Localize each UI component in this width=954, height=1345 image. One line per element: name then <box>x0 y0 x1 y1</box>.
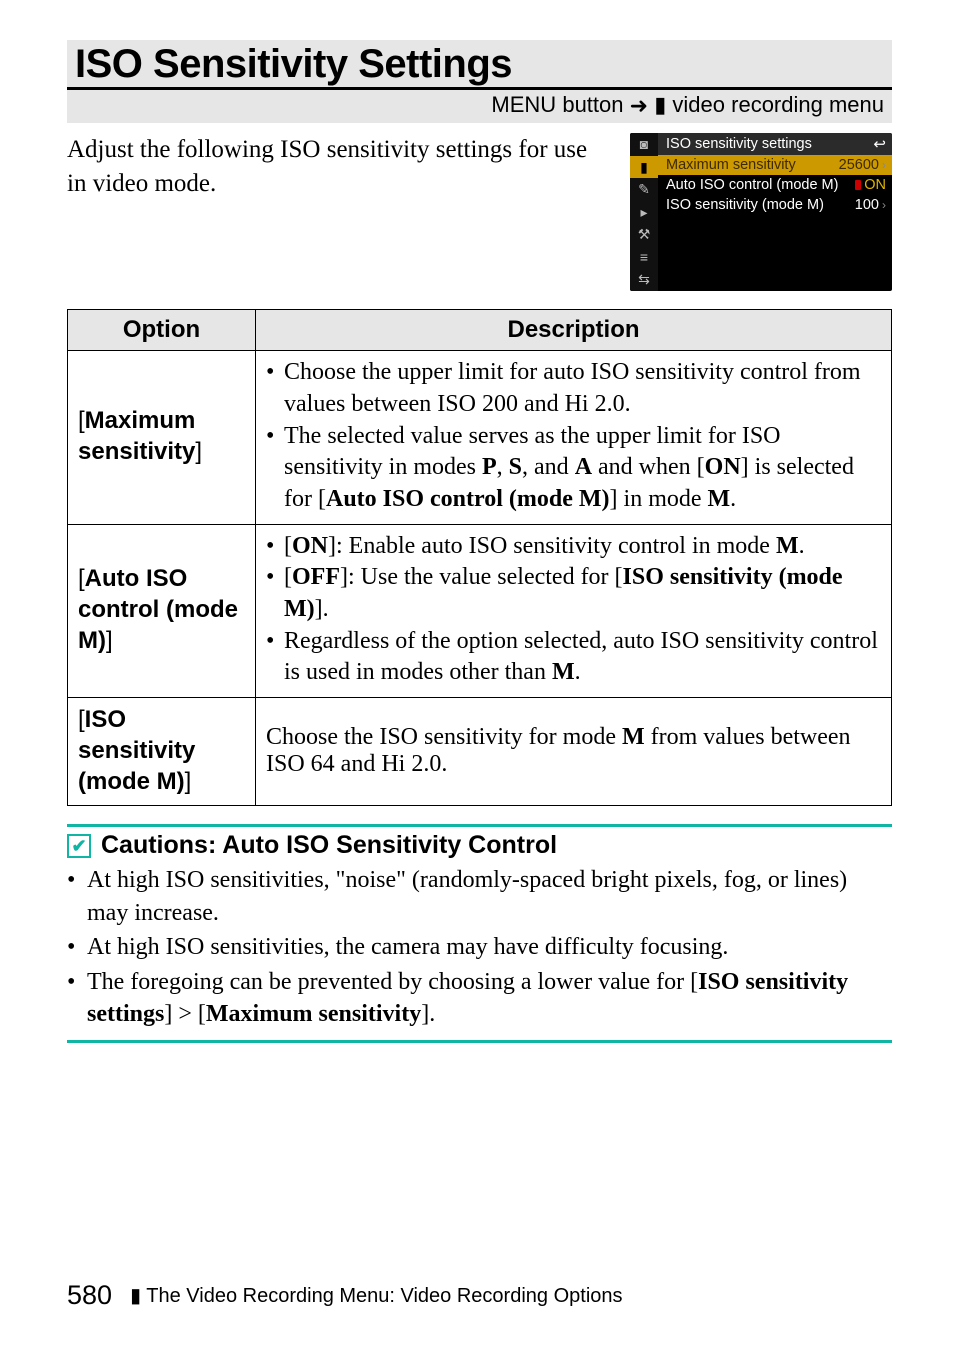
camera-menu-screenshot: ◙ ▮ ✎ ▸ ⚒ ≡ ⇆ ISO sensitivity settings ↩… <box>630 133 892 291</box>
camera-menu-row-label: Auto ISO control (mode M) <box>666 177 838 193</box>
chevron-right-icon: › <box>882 158 886 172</box>
arrow-icon: ➜ <box>630 93 648 118</box>
footer-section-title: The Video Recording Menu: Video Recordin… <box>146 1285 622 1307</box>
bracket: ] <box>185 768 192 795</box>
camera-menu-row-value: 25600› <box>839 157 886 173</box>
camera-menu-row: ISO sensitivity (mode M) 100 › <box>658 195 892 215</box>
side-icon: ⇆ <box>630 269 658 292</box>
side-icon: ✎ <box>630 178 658 201</box>
list-item: The foregoing can be prevented by choosi… <box>87 966 892 1031</box>
bracket: ] <box>106 627 113 654</box>
list-item: At high ISO sensitivities, "noise" (rand… <box>87 864 892 929</box>
bracket: [ <box>78 565 85 592</box>
table-row: [Auto ISO control (mode M)] [ON]: Enable… <box>68 524 892 697</box>
camera-menu-row: Maximum sensitivity 25600› <box>658 155 892 175</box>
camera-menu-title-row: ISO sensitivity settings ↩ <box>658 133 892 155</box>
camera-menu-row-label: Maximum sensitivity <box>666 157 796 173</box>
side-icon: ⚒ <box>630 224 658 247</box>
caution-bottom-rule <box>67 1040 892 1043</box>
camera-menu-title: ISO sensitivity settings <box>666 136 812 152</box>
table-header-description: Description <box>256 310 892 351</box>
side-icon: ▸ <box>630 201 658 224</box>
videocam-icon: ▮ <box>654 92 666 117</box>
option-description: [ON]: Enable auto ISO sensitivity contro… <box>256 524 892 697</box>
list-item: Choose the upper limit for auto ISO sens… <box>284 357 881 420</box>
caution-block: ✔ Cautions: Auto ISO Sensitivity Control… <box>67 824 892 1043</box>
title-block: ISO Sensitivity Settings MENU button ➜ ▮… <box>67 40 892 123</box>
camera-menu-row-label: ISO sensitivity (mode M) <box>666 197 824 213</box>
videocam-icon: ▮ <box>130 1285 141 1307</box>
options-table: Option Description [Maximum sensitivity]… <box>67 309 892 806</box>
intro-row: Adjust the following ISO sensitivity set… <box>67 133 892 291</box>
option-description: Choose the upper limit for auto ISO sens… <box>256 351 892 524</box>
list-item: At high ISO sensitivities, the camera ma… <box>87 931 892 963</box>
option-bold: ISO sensitivity (mode M) <box>78 706 195 795</box>
option-description: Choose the ISO sensitivity for mode M fr… <box>256 697 892 806</box>
table-row: [ISO sensitivity (mode M)] Choose the IS… <box>68 697 892 806</box>
chevron-right-icon: › <box>882 198 886 212</box>
camera-menu-sidebar: ◙ ▮ ✎ ▸ ⚒ ≡ ⇆ <box>630 133 658 291</box>
bracket: [ <box>78 407 85 434</box>
side-icon: ≡ <box>630 246 658 269</box>
list-item: [OFF]: Use the value selected for [ISO s… <box>284 562 881 625</box>
breadcrumb-dest: video recording menu <box>672 92 884 117</box>
list-item: The selected value serves as the upper l… <box>284 421 881 516</box>
camera-menu-row-value: ON <box>855 177 886 193</box>
return-icon: ↩ <box>873 135 886 153</box>
page-title: ISO Sensitivity Settings <box>67 40 892 90</box>
caution-heading: ✔ Cautions: Auto ISO Sensitivity Control <box>67 824 892 860</box>
intro-text: Adjust the following ISO sensitivity set… <box>67 133 612 291</box>
option-bold: Maximum sensitivity <box>78 407 195 465</box>
value-text: ON <box>864 177 886 193</box>
option-name: [Auto ISO control (mode M)] <box>68 524 256 697</box>
button-word: button <box>562 92 623 117</box>
list-item: [ON]: Enable auto ISO sensitivity contro… <box>284 531 881 563</box>
caution-list: At high ISO sensitivities, "noise" (rand… <box>67 864 892 1030</box>
value-text: 25600 <box>839 157 879 173</box>
option-bold: Auto ISO control (mode M) <box>78 565 238 654</box>
camera-menu-main: ISO sensitivity settings ↩ Maximum sensi… <box>658 133 892 291</box>
value-text: 100 <box>855 197 879 213</box>
page-number: 580 <box>67 1280 112 1311</box>
side-icon: ▮ <box>630 156 658 179</box>
page-footer: 580 ▮ The Video Recording Menu: Video Re… <box>67 1280 892 1311</box>
bracket: [ <box>78 706 85 733</box>
bracket: ] <box>195 438 202 465</box>
menu-label: MENU <box>491 92 556 117</box>
camera-menu-row-value: 100 › <box>855 197 886 213</box>
record-indicator-icon <box>855 180 861 190</box>
breadcrumb: MENU button ➜ ▮ video recording menu <box>67 92 892 119</box>
option-name: [Maximum sensitivity] <box>68 351 256 524</box>
list-item: Regardless of the option selected, auto … <box>284 626 881 689</box>
table-row: [Maximum sensitivity] Choose the upper l… <box>68 351 892 524</box>
option-name: [ISO sensitivity (mode M)] <box>68 697 256 806</box>
camera-menu-row: Auto ISO control (mode M) ON <box>658 175 892 195</box>
caution-heading-text: Cautions: Auto ISO Sensitivity Control <box>101 831 557 860</box>
side-icon: ◙ <box>630 133 658 156</box>
caution-check-icon: ✔ <box>67 834 91 858</box>
table-header-option: Option <box>68 310 256 351</box>
